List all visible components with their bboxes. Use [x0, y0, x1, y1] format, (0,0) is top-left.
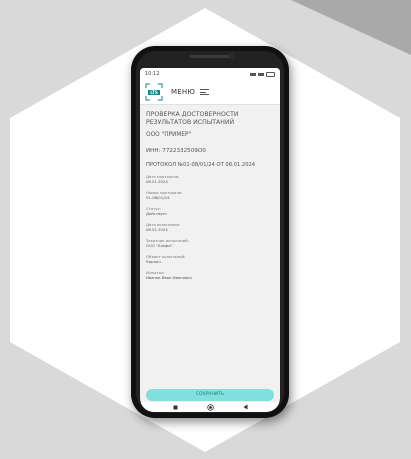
wifi-icon [258, 72, 264, 76]
android-nav-bar [140, 402, 280, 412]
field-value: Иванов Иван Иванович [146, 274, 192, 280]
field-status: Статус: Действует [146, 206, 274, 216]
phone-camera [229, 53, 235, 59]
field-tester: Испытал: Иванов Иван Иванович [146, 270, 274, 280]
hamburger-icon[interactable] [200, 89, 210, 95]
content: ПРОВЕРКА ДОСТОВЕРНОСТИ РЕЗУЛЬТАТОВ ИСПЫТ… [140, 105, 280, 280]
protocol-title: ПРОТОКОЛ №01-08/01/24 ОТ 08.01.2024 [146, 162, 256, 168]
logo-text: LTS [148, 90, 160, 95]
field-value: 01-08/01/24 [146, 194, 170, 200]
status-time: 10:12 [145, 71, 160, 77]
inn-value: ИНН: 7722332509О0 [146, 148, 206, 154]
logo[interactable]: LTS [145, 83, 163, 101]
home-icon[interactable] [200, 402, 220, 412]
field-value: 08.01.2024 [146, 178, 168, 184]
field-customer: Заказчик испытаний: ООО "Альфа" [146, 238, 274, 248]
back-icon[interactable] [235, 402, 255, 412]
field-test-object: Объект испытаний: Кирпич [146, 254, 274, 264]
field-value: ООО "Альфа" [146, 242, 173, 248]
battery-icon [266, 71, 275, 77]
save-button[interactable]: СОХРАНИТЬ [146, 389, 274, 401]
phone-frame: 10:12 LTS МЕНЮ ПРОВЕРКА ДОСТОВЕРНОСТИ РЕ… [131, 46, 289, 418]
recent-apps-icon[interactable] [165, 402, 185, 412]
menu-label[interactable]: МЕНЮ [171, 88, 195, 96]
field-protocol-number: Номер протокола: 01-08/01/24 [146, 190, 274, 200]
status-icons [250, 71, 275, 77]
status-bar: 10:12 [140, 68, 280, 80]
field-test-date: Дата испытания: 08.01.2024 [146, 222, 274, 232]
field-value: 08.01.2024 [146, 226, 168, 232]
phone-speaker [190, 55, 230, 58]
organization-name: ООО "ПРИМЕР" [146, 132, 192, 138]
app-header: LTS МЕНЮ [140, 80, 280, 105]
field-value: Кирпич [146, 258, 161, 264]
signal-icon [250, 72, 256, 76]
field-value: Действует [146, 210, 168, 216]
page-title: ПРОВЕРКА ДОСТОВЕРНОСТИ РЕЗУЛЬТАТОВ ИСПЫТ… [146, 111, 239, 126]
field-protocol-date: Дата протокола: 08.01.2024 [146, 174, 274, 184]
phone-screen: 10:12 LTS МЕНЮ ПРОВЕРКА ДОСТОВЕРНОСТИ РЕ… [140, 68, 280, 412]
